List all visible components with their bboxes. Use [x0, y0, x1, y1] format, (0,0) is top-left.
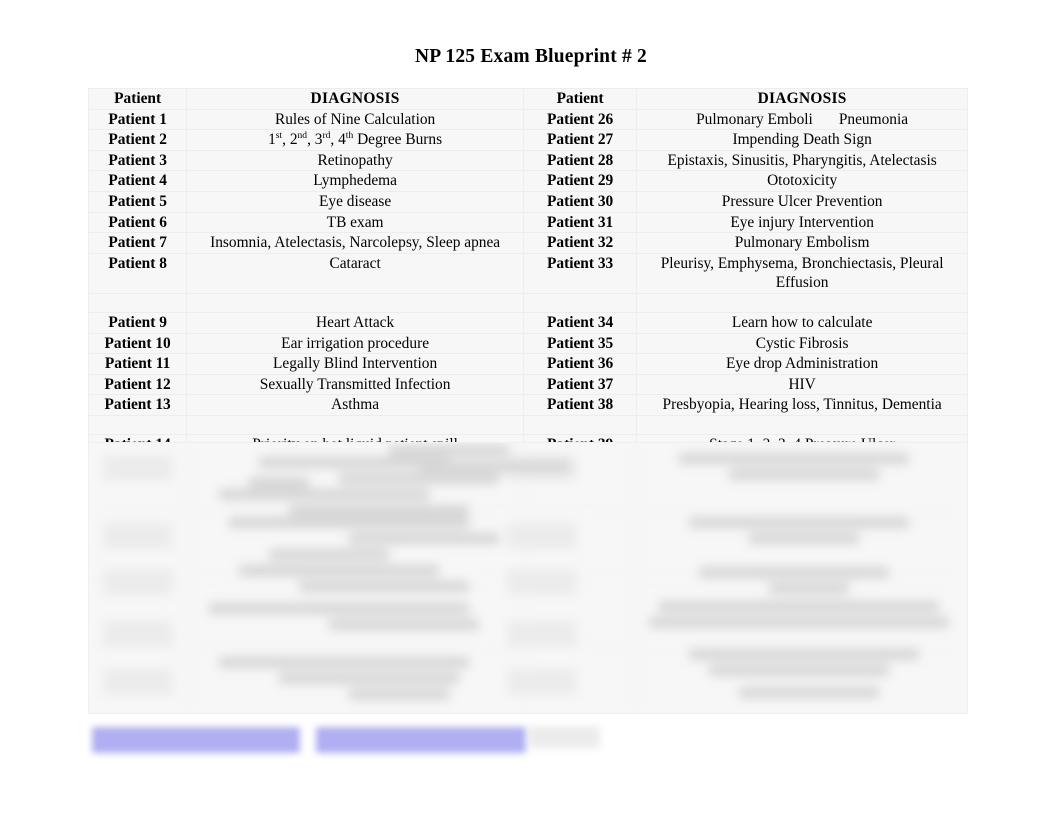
table-row: Patient 2 1st, 2nd, 3rd, 4th Degree Burns…	[87, 129, 968, 151]
diagnosis-left: Legally Blind Intervention	[186, 353, 524, 375]
table-row: Patient 9 Heart Attack Patient 34 Learn how…	[87, 311, 968, 334]
diagnosis-left: Sexually Transmitted Infection	[186, 373, 524, 396]
patient-label-right: Patient 31	[522, 211, 638, 234]
diagnosis-left: Insomnia, Atelectasis, Narcolepsy, Sleep…	[186, 232, 524, 254]
redacted-blur-layer	[89, 443, 967, 713]
spacer-cell	[636, 414, 968, 435]
table-header-row: Patient DIAGNOSIS Patient DIAGNOSIS	[87, 88, 968, 110]
table-row: Patient 10 Ear irrigation procedure Patien…	[87, 332, 968, 355]
patient-label-left: Patient 13	[87, 394, 188, 416]
diagnosis-left: 1st, 2nd, 3rd, 4th Degree Burns	[186, 129, 524, 151]
spacer-cell	[186, 292, 524, 313]
patient-label-left: Patient 6	[87, 211, 188, 234]
diagnosis-left: Eye disease	[186, 190, 524, 213]
table-row: Patient 11 Legally Blind Intervention Pati…	[87, 353, 968, 375]
diagnosis-left: Rules of Nine Calculation	[186, 108, 524, 131]
spacer-cell	[522, 292, 638, 313]
diagnosis-left: Asthma	[186, 394, 524, 416]
diagnosis-right: Pressure Ulcer Prevention	[636, 190, 968, 213]
patient-label-left: Patient 12	[87, 373, 188, 396]
diagnosis-right: Eye drop Administration	[636, 353, 968, 375]
diagnosis-right: Eye injury Intervention	[636, 211, 968, 234]
diagnosis-left: TB exam	[186, 211, 524, 234]
spacer-cell	[636, 292, 968, 313]
highlighted-text-block-1	[92, 727, 300, 753]
exam-blueprint-table: Patient DIAGNOSIS Patient DIAGNOSIS Patient …	[87, 88, 968, 477]
patient-label-right: Patient 27	[522, 129, 638, 151]
spacer-cell	[186, 414, 524, 435]
document-page: NP 125 Exam Blueprint # 2 Patient DIAGNOS…	[0, 0, 1062, 822]
table-row: Patient 7 Insomnia, Atelectasis, Narcolep…	[87, 232, 968, 254]
page-title: NP 125 Exam Blueprint # 2	[415, 46, 647, 67]
trailing-blurred-text	[528, 726, 600, 748]
diagnosis-right: Impending Death Sign	[636, 129, 968, 151]
redacted-table-region	[88, 442, 968, 714]
patient-label-left: Patient 1	[87, 108, 188, 131]
header-patient-left: Patient	[87, 88, 188, 110]
patient-label-left: Patient 5	[87, 190, 188, 213]
patient-label-left: Patient 7	[87, 232, 188, 254]
diagnosis-left: Lymphedema	[186, 170, 524, 192]
table-body: Patient DIAGNOSIS Patient DIAGNOSIS Patient …	[87, 88, 968, 477]
patient-label-right: Patient 36	[522, 353, 638, 375]
spacer-cell	[522, 414, 638, 435]
table-row: Patient 4 Lymphedema Patient 29 Ototoxicity	[87, 170, 968, 192]
spacer-cell	[87, 292, 188, 313]
patient-label-right: Patient 28	[522, 149, 638, 172]
diagnosis-left: Ear irrigation procedure	[186, 332, 524, 355]
patient-label-right: Patient 34	[522, 311, 638, 334]
patient-label-left: Patient 2	[87, 129, 188, 151]
diagnosis-right: Ototoxicity	[636, 170, 968, 192]
patient-label-right: Patient 26	[522, 108, 638, 131]
header-diagnosis-left: DIAGNOSIS	[186, 88, 524, 110]
diagnosis-left: Heart Attack	[186, 311, 524, 334]
table-row: Patient 12 Sexually Transmitted Infection…	[87, 373, 968, 396]
diagnosis-right: Learn how to calculate	[636, 311, 968, 334]
patient-label-left: Patient 3	[87, 149, 188, 172]
table-row: Patient 8 Cataract Patient 33 Pleurisy, Emp…	[87, 252, 968, 294]
diagnosis-right: Cystic Fibrosis	[636, 332, 968, 355]
table-group-spacer	[87, 414, 968, 435]
header-diagnosis-right: DIAGNOSIS	[636, 88, 968, 110]
diagnosis-right: HIV	[636, 373, 968, 396]
patient-label-left: Patient 10	[87, 332, 188, 355]
patient-label-right: Patient 38	[522, 394, 638, 416]
patient-label-right: Patient 32	[522, 232, 638, 254]
patient-label-left: Patient 9	[87, 311, 188, 334]
diagnosis-right: Pleurisy, Emphysema, Bronchiectasis, Ple…	[636, 252, 968, 294]
spacer-cell	[87, 414, 188, 435]
patient-label-left: Patient 4	[87, 170, 188, 192]
table-group-spacer	[87, 292, 968, 313]
diagnosis-right: Pulmonary Emboli Pneumonia	[636, 108, 968, 131]
header-patient-right: Patient	[522, 88, 638, 110]
patient-label-left: Patient 11	[87, 353, 188, 375]
table-row: Patient 1 Rules of Nine Calculation Patien…	[87, 108, 968, 131]
diagnosis-right: Presbyopia, Hearing loss, Tinnitus, Deme…	[636, 394, 968, 416]
table-row: Patient 3 Retinopathy Patient 28 Epistaxis,…	[87, 149, 968, 172]
diagnosis-left: Cataract	[186, 252, 524, 294]
selection-highlight-strip	[88, 718, 608, 766]
table-row: Patient 5 Eye disease Patient 30 Pressure U…	[87, 190, 968, 213]
patient-label-right: Patient 30	[522, 190, 638, 213]
diagnosis-left: Retinopathy	[186, 149, 524, 172]
diagnosis-right: Epistaxis, Sinusitis, Pharyngitis, Atele…	[636, 149, 968, 172]
patient-label-right: Patient 29	[522, 170, 638, 192]
table-row: Patient 6 TB exam Patient 31 Eye injury Int…	[87, 211, 968, 234]
patient-label-right: Patient 35	[522, 332, 638, 355]
patient-label-left: Patient 8	[87, 252, 188, 294]
patient-label-right: Patient 37	[522, 373, 638, 396]
patient-label-right: Patient 33	[522, 252, 638, 294]
diagnosis-right: Pulmonary Embolism	[636, 232, 968, 254]
highlighted-text-block-2	[316, 727, 526, 753]
table-row: Patient 13 Asthma Patient 38 Presbyopia, He…	[87, 394, 968, 416]
